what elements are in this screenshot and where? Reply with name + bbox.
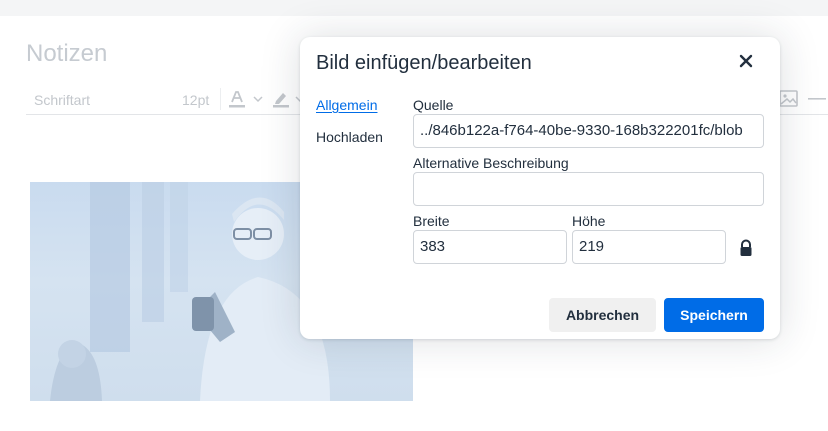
font-family-select[interactable]: Schriftart bbox=[34, 92, 90, 108]
dialog-title: Bild einfügen/bearbeiten bbox=[316, 52, 532, 74]
image-icon[interactable] bbox=[778, 88, 800, 110]
highlight-icon[interactable] bbox=[270, 88, 292, 110]
width-input[interactable]: 383 bbox=[413, 230, 567, 264]
alt-description-input[interactable] bbox=[413, 172, 764, 206]
save-button[interactable]: Speichern bbox=[664, 298, 764, 332]
alt-description-label: Alternative Beschreibung bbox=[413, 155, 569, 171]
close-icon[interactable] bbox=[739, 54, 753, 73]
horizontal-line-icon[interactable] bbox=[806, 88, 828, 110]
page-title: Notizen bbox=[26, 40, 108, 67]
cancel-button[interactable]: Abbrechen bbox=[549, 298, 656, 332]
tab-upload[interactable]: Hochladen bbox=[316, 127, 383, 147]
toolbar-divider bbox=[220, 88, 221, 110]
tab-general[interactable]: Allgemein bbox=[316, 95, 383, 115]
dialog-tabs: Allgemein Hochladen bbox=[316, 95, 383, 159]
height-input[interactable]: 219 bbox=[572, 230, 726, 264]
source-input[interactable]: ../846b122a-f764-40be-9330-168b322201fc/… bbox=[413, 114, 764, 148]
width-label: Breite bbox=[413, 213, 450, 229]
source-label: Quelle bbox=[413, 97, 454, 113]
height-label: Höhe bbox=[572, 213, 606, 229]
chevron-down-icon[interactable] bbox=[252, 92, 264, 104]
font-size-select[interactable]: 12pt bbox=[182, 92, 209, 108]
image-dialog: Bild einfügen/bearbeiten Allgemein Hochl… bbox=[300, 37, 780, 339]
close-button[interactable] bbox=[734, 51, 758, 75]
text-color-icon[interactable] bbox=[226, 88, 248, 110]
lock-icon[interactable] bbox=[738, 239, 754, 257]
